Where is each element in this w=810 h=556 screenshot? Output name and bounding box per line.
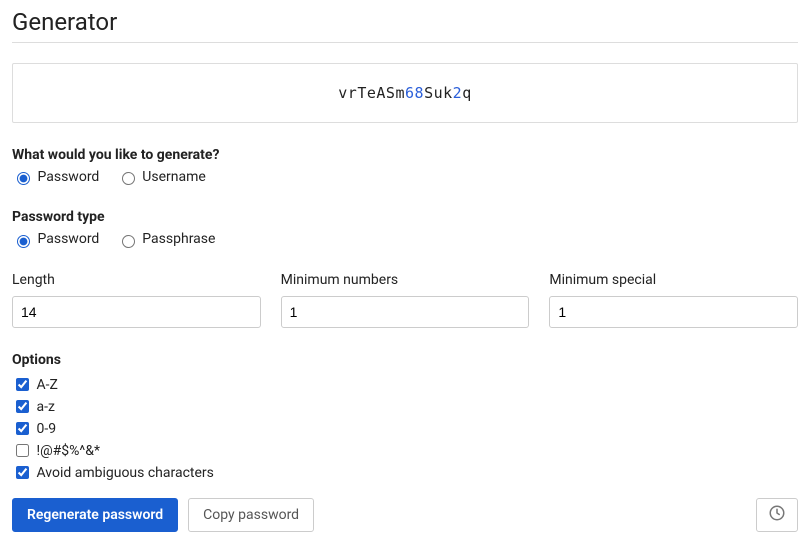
password-type-password[interactable]: Password — [12, 231, 103, 247]
history-button[interactable] — [756, 498, 798, 532]
clock-icon — [768, 504, 786, 525]
option-digits-label: 0-9 — [36, 421, 56, 437]
regenerate-button[interactable]: Regenerate password — [12, 498, 178, 532]
min-numbers-input[interactable] — [281, 296, 530, 328]
options-label: Options — [12, 352, 798, 368]
password-type-passphrase-radio[interactable] — [122, 235, 135, 248]
min-numbers-label: Minimum numbers — [281, 272, 530, 288]
page-title: Generator — [12, 8, 798, 43]
generate-what-username[interactable]: Username — [117, 169, 206, 185]
option-special-label: !@#$%^&* — [36, 443, 100, 459]
length-input[interactable] — [12, 296, 261, 328]
option-lowercase-label: a-z — [36, 399, 54, 415]
password-type-passphrase-text: Passphrase — [142, 231, 215, 247]
option-digits-checkbox[interactable] — [16, 422, 29, 435]
option-lowercase-checkbox[interactable] — [16, 400, 29, 413]
min-special-label: Minimum special — [549, 272, 798, 288]
min-special-input[interactable] — [549, 296, 798, 328]
generate-what-password[interactable]: Password — [12, 169, 103, 185]
length-label: Length — [12, 272, 261, 288]
generate-what-label: What would you like to generate? — [12, 147, 798, 163]
option-special-checkbox[interactable] — [16, 444, 29, 457]
option-ambiguous-label: Avoid ambiguous characters — [36, 465, 213, 481]
password-type-password-text: Password — [37, 231, 99, 247]
option-uppercase-label: A-Z — [36, 377, 57, 393]
password-type-label: Password type — [12, 209, 798, 225]
option-ambiguous-checkbox[interactable] — [16, 466, 29, 479]
password-type-passphrase[interactable]: Passphrase — [117, 231, 216, 247]
generate-what-username-radio[interactable] — [122, 172, 135, 185]
password-type-password-radio[interactable] — [17, 235, 30, 248]
copy-button[interactable]: Copy password — [188, 498, 314, 532]
generate-what-password-text: Password — [37, 169, 99, 185]
generate-what-password-radio[interactable] — [17, 172, 30, 185]
option-uppercase-checkbox[interactable] — [16, 378, 29, 391]
generate-what-username-text: Username — [142, 169, 206, 185]
generated-password: vrTeASm68Suk2q — [12, 63, 798, 123]
